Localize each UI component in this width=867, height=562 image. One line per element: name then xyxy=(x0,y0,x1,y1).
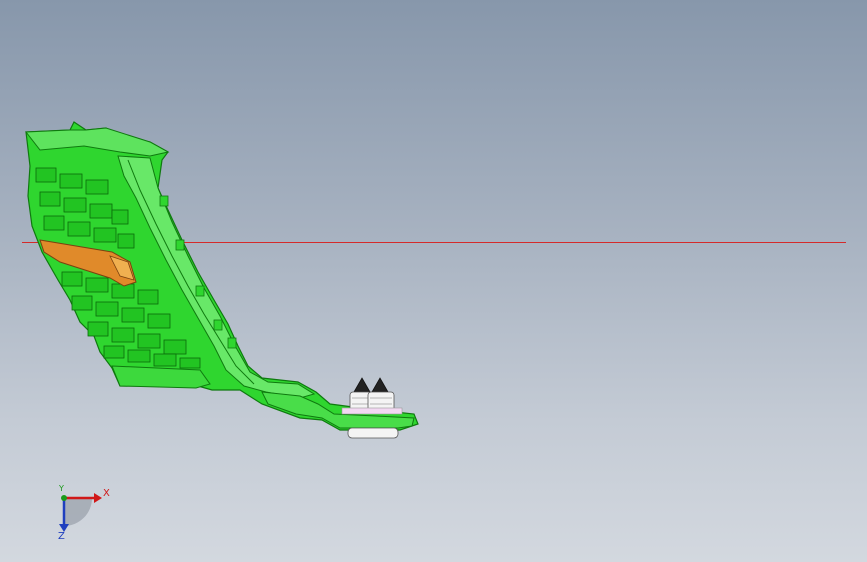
axis-y-label: Y xyxy=(59,484,64,493)
triad-y-axis xyxy=(61,495,67,501)
fastener-washer xyxy=(341,407,403,415)
axis-x-label: X xyxy=(103,488,110,499)
bottom-rail xyxy=(111,365,211,389)
triad-x-arrow xyxy=(94,493,102,503)
axis-z-label: Z xyxy=(58,531,65,542)
fastener-right xyxy=(367,377,395,413)
triad-shadow xyxy=(64,498,92,526)
graphics-viewport[interactable]: X Y Z xyxy=(0,0,867,562)
fastener-base xyxy=(347,427,399,439)
cad-model[interactable] xyxy=(0,0,867,562)
fastener-assembly[interactable] xyxy=(341,377,403,439)
